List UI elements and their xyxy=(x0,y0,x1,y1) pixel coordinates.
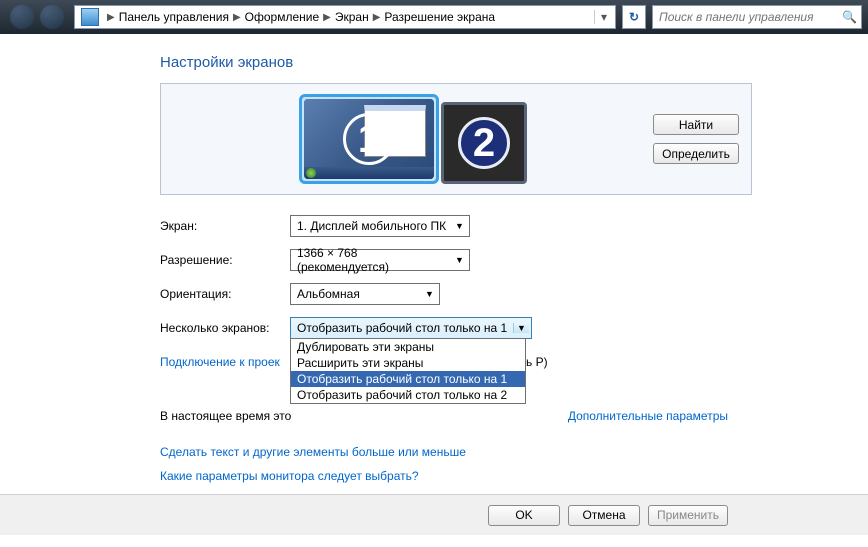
detect-button[interactable]: Найти xyxy=(653,114,739,135)
search-input[interactable] xyxy=(657,9,842,25)
chevron-right-icon[interactable]: ▶ xyxy=(373,12,381,23)
multiple-displays-dropdown: Дублировать эти экраны Расширить эти экр… xyxy=(290,338,526,404)
chevron-right-icon[interactable]: ▶ xyxy=(323,12,331,23)
projector-link[interactable]: Подключение к проек xyxy=(160,355,280,369)
monitor-number: 2 xyxy=(458,117,510,169)
content-area: Настройки экранов 1 2 Найти xyxy=(0,34,868,494)
monitor-number: 1 xyxy=(343,113,395,165)
breadcrumb-item[interactable]: Панель управления xyxy=(119,10,229,24)
apply-button[interactable]: Применить xyxy=(648,505,728,526)
cancel-button[interactable]: Отмена xyxy=(568,505,640,526)
breadcrumb-item[interactable]: Оформление xyxy=(245,10,319,24)
chevron-down-icon: ▼ xyxy=(422,289,437,299)
resolution-select[interactable]: 1366 × 768 (рекомендуется) ▼ xyxy=(290,249,470,271)
search-field[interactable]: 🔍 xyxy=(652,5,862,29)
chevron-down-icon: ▼ xyxy=(513,323,529,333)
multiple-displays-value: Отобразить рабочий стол только на 1 xyxy=(297,321,513,335)
chevron-down-icon: ▼ xyxy=(452,221,467,231)
address-bar: ▶ Панель управления ▶ Оформление ▶ Экран… xyxy=(0,0,868,34)
breadcrumb: ▶ Панель управления ▶ Оформление ▶ Экран… xyxy=(103,10,594,24)
orientation-select[interactable]: Альбомная ▼ xyxy=(290,283,440,305)
chevron-right-icon[interactable]: ▶ xyxy=(233,12,241,23)
monitor-1-selected[interactable]: 1 xyxy=(299,94,439,184)
breadcrumb-field[interactable]: ▶ Панель управления ▶ Оформление ▶ Экран… xyxy=(74,5,616,29)
search-icon: 🔍 xyxy=(842,10,857,24)
advanced-settings-link[interactable]: Дополнительные параметры xyxy=(568,409,728,423)
refresh-button[interactable]: ↻ xyxy=(622,5,646,29)
dropdown-option-duplicate[interactable]: Дублировать эти экраны xyxy=(291,339,525,355)
monitor-1[interactable]: 1 xyxy=(304,99,434,179)
monitor-arrangement[interactable]: 1 2 xyxy=(173,94,653,184)
resolution-value: 1366 × 768 (рекомендуется) xyxy=(297,246,452,274)
dropdown-option-extend[interactable]: Расширить эти экраны xyxy=(291,355,525,371)
display-label: Экран: xyxy=(160,219,290,233)
monitor-preview-box: 1 2 Найти Определить xyxy=(160,83,752,195)
text-size-link[interactable]: Сделать текст и другие элементы больше и… xyxy=(160,445,868,459)
nav-back-button[interactable] xyxy=(10,5,34,29)
control-panel-icon xyxy=(81,8,99,26)
breadcrumb-item[interactable]: Экран xyxy=(335,10,369,24)
chevron-down-icon: ▼ xyxy=(452,255,467,265)
multiple-displays-select[interactable]: Отобразить рабочий стол только на 1 ▼ Ду… xyxy=(290,317,532,339)
display-select[interactable]: 1. Дисплей мобильного ПК ▼ xyxy=(290,215,470,237)
ok-button[interactable]: OK xyxy=(488,505,560,526)
address-dropdown-icon[interactable]: ▾ xyxy=(594,10,613,24)
chevron-right-icon[interactable]: ▶ xyxy=(107,12,115,23)
identify-button[interactable]: Определить xyxy=(653,143,739,164)
monitor-2[interactable]: 2 xyxy=(441,102,527,184)
dropdown-option-only1[interactable]: Отобразить рабочий стол только на 1 xyxy=(291,371,525,387)
nav-forward-button[interactable] xyxy=(40,5,64,29)
monitor-help-link[interactable]: Какие параметры монитора следует выбрать… xyxy=(160,469,868,483)
orientation-label: Ориентация: xyxy=(160,287,290,301)
dialog-footer: OK Отмена Применить xyxy=(0,494,868,535)
multiple-displays-label: Несколько экранов: xyxy=(160,321,290,335)
page-title: Настройки экранов xyxy=(160,54,868,71)
dropdown-option-only2[interactable]: Отобразить рабочий стол только на 2 xyxy=(291,387,525,403)
resolution-label: Разрешение: xyxy=(160,253,290,267)
display-value: 1. Дисплей мобильного ПК xyxy=(297,219,452,233)
breadcrumb-item[interactable]: Разрешение экрана xyxy=(384,10,495,24)
orientation-value: Альбомная xyxy=(297,287,422,301)
main-display-note-prefix: В настоящее время это xyxy=(160,409,291,423)
